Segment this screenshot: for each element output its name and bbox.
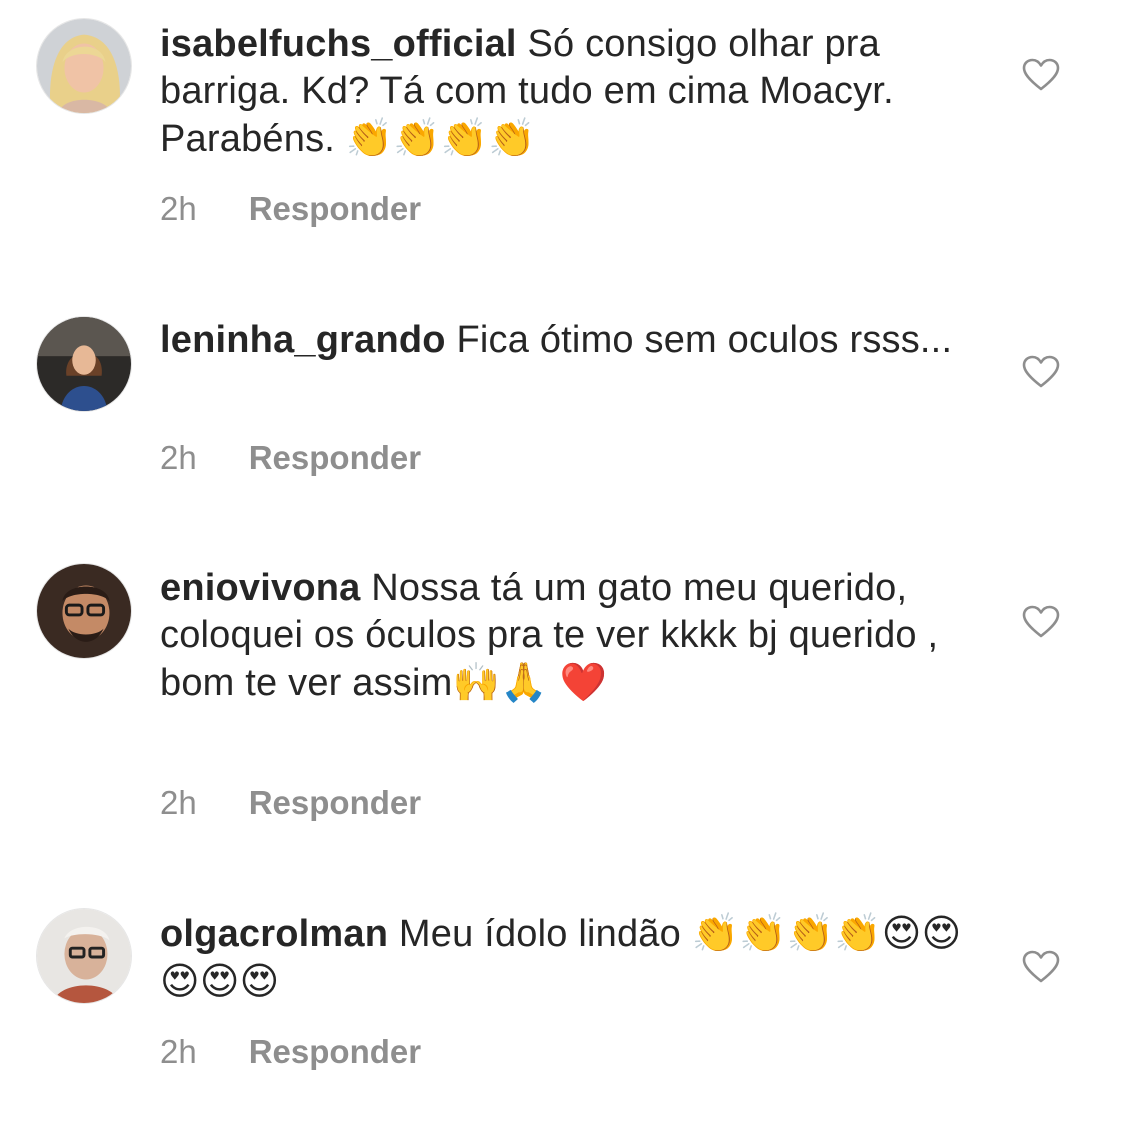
comment-text: eniovivona Nossa tá um gato meu querido,… bbox=[160, 565, 970, 707]
avatar[interactable] bbox=[36, 316, 132, 412]
heart-outline-icon[interactable] bbox=[1022, 355, 1060, 389]
comment-text: olgacrolman Meu ídolo lindão 👏👏👏👏😍😍😍😍😍 bbox=[160, 910, 970, 1006]
reply-button[interactable]: Responder bbox=[249, 190, 421, 228]
comment-meta: 2h Responder bbox=[160, 784, 421, 822]
comment-message: Fica ótimo sem oculos rsss... bbox=[456, 319, 953, 361]
comment-timestamp: 2h bbox=[160, 1033, 197, 1070]
heart-outline-icon[interactable] bbox=[1022, 950, 1060, 984]
reply-button[interactable]: Responder bbox=[249, 439, 421, 477]
comment-username[interactable]: isabelfuchs_official bbox=[160, 23, 517, 65]
comment-emojis: 👏👏👏👏 bbox=[345, 116, 536, 160]
comment-username[interactable]: eniovivona bbox=[160, 567, 361, 609]
comment-username[interactable]: olgacrolman bbox=[160, 913, 388, 955]
heart-outline-icon[interactable] bbox=[1022, 605, 1060, 639]
comment-text: isabelfuchs_official Só consigo olhar pr… bbox=[160, 21, 970, 163]
comment-meta: 2h Responder bbox=[160, 1033, 421, 1071]
comment-meta: 2h Responder bbox=[160, 190, 421, 228]
comment-username[interactable]: leninha_grando bbox=[160, 319, 446, 361]
comment-message: Meu ídolo lindão bbox=[398, 913, 681, 955]
comment-emojis: 🙌🙏 ❤️ bbox=[452, 660, 608, 704]
comment-timestamp: 2h bbox=[160, 439, 197, 476]
reply-button[interactable]: Responder bbox=[249, 784, 421, 822]
avatar[interactable] bbox=[36, 908, 132, 1004]
avatar[interactable] bbox=[36, 18, 132, 114]
comment-text: leninha_grando Fica ótimo sem oculos rss… bbox=[160, 317, 970, 364]
heart-outline-icon[interactable] bbox=[1022, 58, 1060, 92]
comment-timestamp: 2h bbox=[160, 190, 197, 227]
comment-timestamp: 2h bbox=[160, 784, 197, 821]
avatar[interactable] bbox=[36, 563, 132, 659]
reply-button[interactable]: Responder bbox=[249, 1033, 421, 1071]
comment-meta: 2h Responder bbox=[160, 439, 421, 477]
